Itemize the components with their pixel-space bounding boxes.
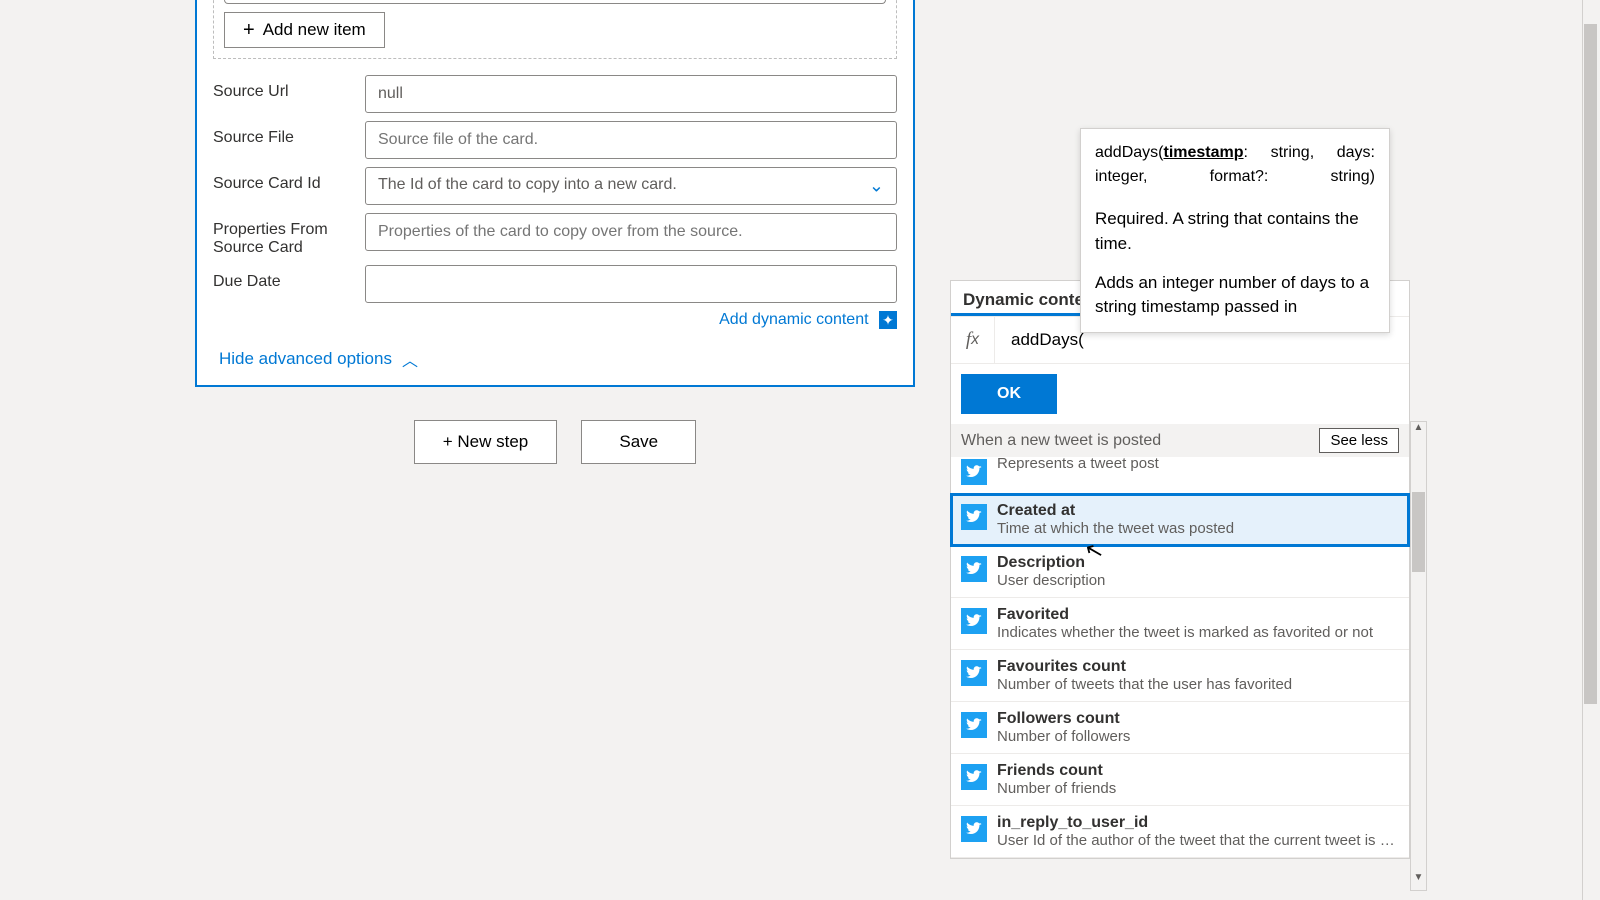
dc-item-created-at[interactable]: Created atTime at which the tweet was po…	[951, 494, 1409, 546]
see-less-button[interactable]: See less	[1319, 428, 1399, 453]
advanced-toggle-label: Hide advanced options	[219, 349, 392, 369]
dc-item-friends-count[interactable]: Friends countNumber of friends	[951, 754, 1409, 806]
dc-item-desc: Number of friends	[997, 780, 1399, 797]
page-scrollbar[interactable]	[1582, 0, 1600, 900]
label-due-date: Due Date	[213, 265, 365, 291]
dc-item-favourites-count[interactable]: Favourites countNumber of tweets that th…	[951, 650, 1409, 702]
scroll-down-icon[interactable]: ▼	[1411, 872, 1426, 890]
field-row-due-date: Due Date	[197, 261, 913, 307]
label-properties: Properties From Source Card	[213, 213, 365, 257]
dc-section-header: When a new tweet is posted See less	[951, 424, 1409, 457]
array-field-group: + Add new item	[213, 0, 897, 59]
chevron-up-icon: ︿	[402, 347, 418, 371]
input-due-date[interactable]	[365, 265, 897, 303]
new-step-button[interactable]: + New step	[414, 420, 558, 464]
dc-item-name: Favourites count	[997, 658, 1399, 676]
twitter-icon	[961, 459, 987, 485]
dc-item-followers-count[interactable]: Followers countNumber of followers	[951, 702, 1409, 754]
input-properties[interactable]	[365, 213, 897, 251]
label-source-card-id: Source Card Id	[213, 167, 365, 193]
label-source-file: Source File	[213, 121, 365, 147]
dc-item-name: Favorited	[997, 606, 1399, 624]
twitter-icon	[961, 660, 987, 686]
flow-action-card: + Add new item Source Url Source File So…	[195, 0, 915, 387]
save-button[interactable]: Save	[581, 420, 696, 464]
add-dynamic-content-link[interactable]: Add dynamic content ✦	[719, 311, 897, 328]
dc-item-in-reply-to-user-id[interactable]: in_reply_to_user_idUser Id of the author…	[951, 806, 1409, 858]
dc-item-desc: Represents a tweet post	[997, 455, 1399, 472]
add-dynamic-content-row: Add dynamic content ✦	[197, 307, 913, 337]
label-source-url: Source Url	[213, 75, 365, 101]
input-source-url[interactable]	[365, 75, 897, 113]
fx-icon: fx	[951, 317, 995, 363]
field-row-source-file: Source File	[197, 117, 913, 163]
dc-item-desc: Number of tweets that the user has favor…	[997, 676, 1399, 693]
dc-item-name: in_reply_to_user_id	[997, 814, 1399, 832]
flyout-scrollbar[interactable]: ▲ ▼	[1410, 421, 1427, 891]
dc-item-name: Followers count	[997, 710, 1399, 728]
dynamic-content-flyout: Dynamic content fx OK When a new tweet i…	[950, 280, 1410, 859]
twitter-icon	[961, 764, 987, 790]
field-row-source-card-id: Source Card Id The Id of the card to cop…	[197, 163, 913, 209]
ok-button[interactable]: OK	[961, 374, 1057, 414]
dc-item-name: Friends count	[997, 762, 1399, 780]
scroll-thumb[interactable]	[1412, 492, 1425, 572]
sparkle-icon: ✦	[879, 311, 897, 329]
chevron-down-icon: ⌄	[869, 176, 884, 197]
dc-section-title: When a new tweet is posted	[961, 432, 1161, 450]
scroll-up-icon[interactable]: ▲	[1411, 422, 1426, 440]
input-source-file[interactable]	[365, 121, 897, 159]
flow-button-row: + New step Save	[195, 420, 915, 464]
dc-item-favorited[interactable]: FavoritedIndicates whether the tweet is …	[951, 598, 1409, 650]
add-new-item-label: Add new item	[263, 20, 366, 40]
twitter-icon	[961, 504, 987, 530]
array-item-bottom-edge	[224, 0, 886, 4]
plus-icon: +	[243, 24, 255, 36]
dc-item-name: Created at	[997, 502, 1399, 520]
twitter-icon	[961, 816, 987, 842]
hide-advanced-options-toggle[interactable]: Hide advanced options ︿	[197, 337, 913, 385]
dropdown-source-card-id[interactable]: The Id of the card to copy into a new ca…	[365, 167, 897, 205]
field-row-source-url: Source Url	[197, 71, 913, 117]
dc-item-desc: Number of followers	[997, 728, 1399, 745]
twitter-icon	[961, 712, 987, 738]
add-new-item-button[interactable]: + Add new item	[224, 12, 385, 48]
dc-item-body[interactable]: bodyRepresents a tweet post	[951, 457, 1409, 494]
page-scroll-thumb[interactable]	[1584, 24, 1597, 704]
twitter-icon	[961, 556, 987, 582]
dc-item-desc: Indicates whether the tweet is marked as…	[997, 624, 1399, 641]
dropdown-placeholder: The Id of the card to copy into a new ca…	[378, 176, 677, 193]
twitter-icon	[961, 608, 987, 634]
tooltip-required: Required. A string that contains the tim…	[1095, 207, 1375, 256]
dynamic-content-list: bodyRepresents a tweet postCreated atTim…	[951, 457, 1409, 858]
tooltip-signature: addDays(timestamp: string, days: integer…	[1095, 141, 1375, 189]
dc-item-desc: Time at which the tweet was posted	[997, 520, 1399, 537]
dc-item-desc: User Id of the author of the tweet that …	[997, 832, 1399, 849]
field-row-properties: Properties From Source Card	[197, 209, 913, 261]
tooltip-description: Adds an integer number of days to a stri…	[1095, 271, 1375, 320]
dc-item-name: Description	[997, 554, 1399, 572]
dc-item-description[interactable]: DescriptionUser description	[951, 546, 1409, 598]
function-signature-tooltip: addDays(timestamp: string, days: integer…	[1080, 128, 1390, 333]
dc-item-desc: User description	[997, 572, 1399, 589]
